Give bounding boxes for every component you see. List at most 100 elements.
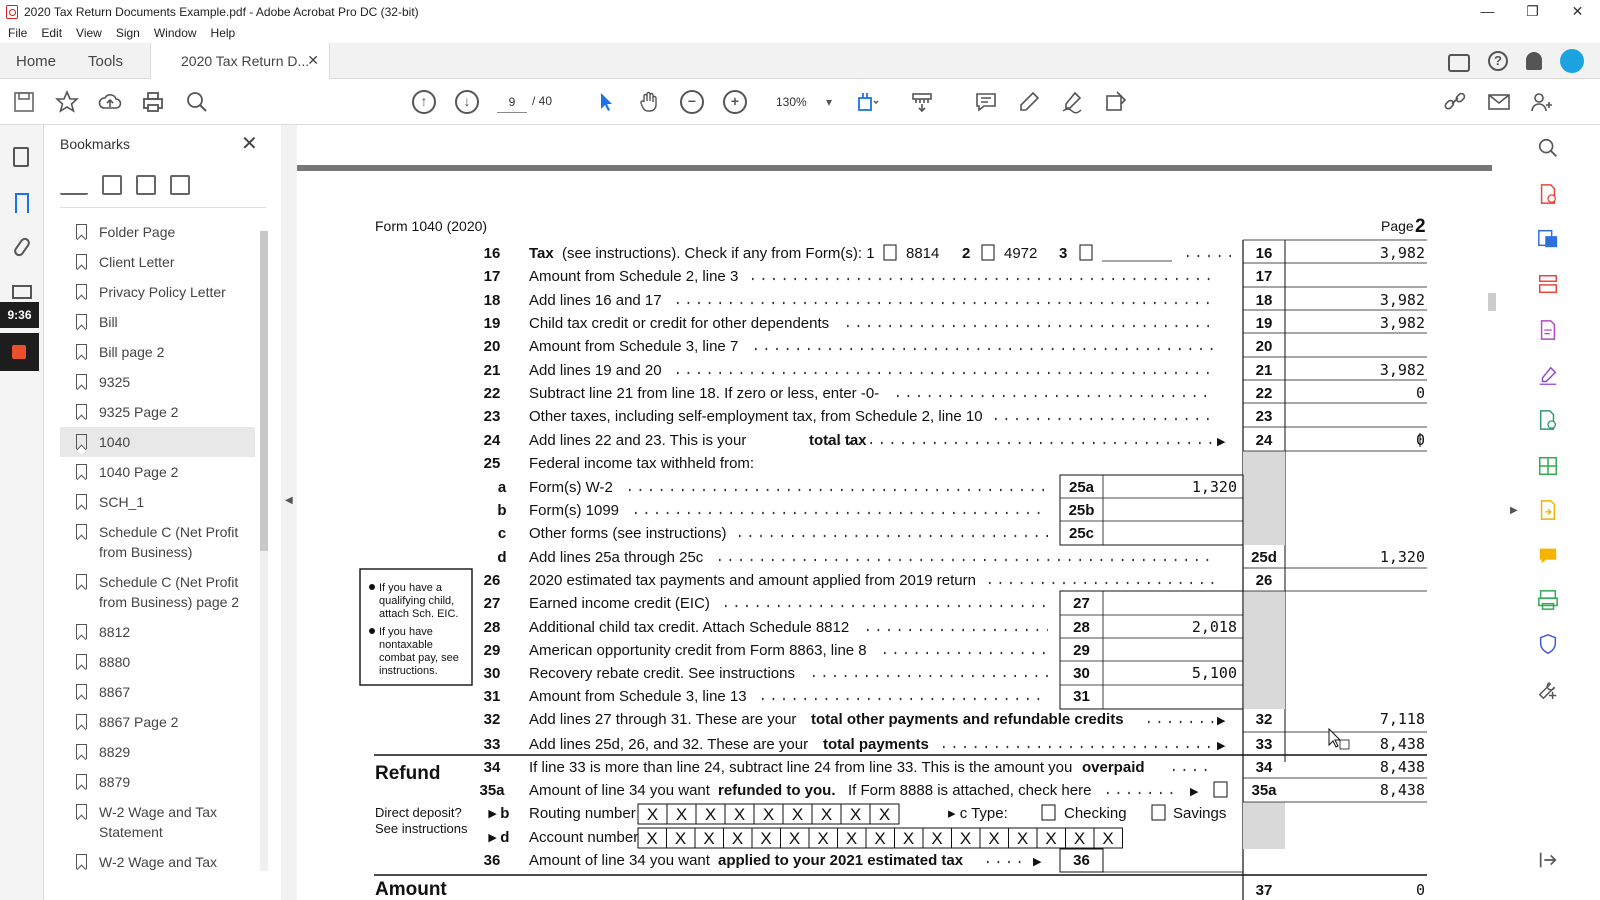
organize-pages-icon[interactable] — [1537, 273, 1559, 295]
amount-field[interactable]: 3,982 — [1380, 291, 1425, 309]
bookmarks-scrollbar[interactable] — [258, 217, 270, 882]
search-icon[interactable] — [185, 90, 209, 114]
bookmarks-panel-icon[interactable] — [15, 193, 29, 213]
close-window-button[interactable]: ✕ — [1555, 0, 1600, 23]
bookmark-item[interactable]: Privacy Policy Letter — [60, 277, 255, 307]
bookmark-item[interactable]: Client Letter — [60, 247, 255, 277]
page-number-input[interactable]: 9 — [497, 91, 527, 113]
notification-bell-icon[interactable] — [1526, 52, 1542, 70]
user-avatar[interactable] — [1560, 49, 1584, 73]
amount-field[interactable]: 3,982 — [1380, 361, 1425, 379]
bookmark-item[interactable]: 8879 — [60, 767, 255, 797]
hand-tool-icon[interactable] — [637, 90, 661, 114]
next-page-icon[interactable]: ↓ — [455, 90, 479, 114]
sign-icon[interactable] — [1060, 90, 1084, 114]
menu-sign[interactable]: Sign — [116, 26, 140, 40]
bookmark-item[interactable]: 8867 Page 2 — [60, 707, 255, 737]
bookmark-item[interactable]: 8867 — [60, 677, 255, 707]
attachments-icon[interactable] — [12, 235, 32, 259]
scan-ocr-icon[interactable] — [1537, 589, 1559, 611]
document-scrollbar[interactable] — [1485, 125, 1499, 900]
upload-cloud-icon[interactable] — [98, 90, 122, 114]
bookmark-item[interactable]: Bill page 2 — [60, 337, 255, 367]
amount-field[interactable]: 1,320 — [1380, 548, 1425, 566]
comment-bubble-icon[interactable] — [1448, 54, 1470, 72]
bookmark-item[interactable]: 8880 — [60, 647, 255, 677]
collapse-left-icon[interactable]: ◀ — [285, 495, 293, 506]
tab-close-icon[interactable]: ✕ — [307, 52, 319, 69]
help-icon[interactable]: ? — [1488, 51, 1508, 71]
restore-button[interactable]: ❐ — [1510, 0, 1555, 23]
bookmark-item[interactable]: Schedule C (Net Profit from Business) pa… — [60, 567, 255, 617]
amount-field[interactable]: 8,438 — [1380, 781, 1425, 799]
collapse-right-icon[interactable]: ▶ — [1510, 505, 1518, 516]
amount-field[interactable]: 3,982 — [1380, 244, 1425, 262]
stop-recording-button[interactable] — [0, 333, 39, 371]
bookmark-item[interactable]: SCH_1 — [60, 487, 255, 517]
previous-page-icon[interactable]: ↑ — [412, 90, 436, 114]
bookmark-item[interactable]: Bill — [60, 307, 255, 337]
checking-checkbox[interactable] — [1041, 804, 1056, 821]
zoom-search-icon[interactable] — [1537, 137, 1559, 159]
close-panel-icon[interactable]: ✕ — [241, 131, 258, 156]
menu-view[interactable]: View — [76, 26, 102, 40]
highlight-pen-icon[interactable] — [1017, 90, 1041, 114]
options-menu-icon[interactable] — [60, 175, 88, 195]
fill-sign-icon[interactable] — [1537, 365, 1559, 387]
menu-edit[interactable]: Edit — [41, 26, 62, 40]
bookmark-item[interactable]: W-2 Wage and Tax Statement — [60, 797, 255, 847]
collapse-tools-icon[interactable] — [1537, 849, 1559, 871]
new-bookmark-icon[interactable] — [136, 175, 156, 195]
zoom-out-icon[interactable]: − — [680, 90, 704, 114]
combine-files-icon[interactable] — [1537, 455, 1559, 477]
create-pdf-icon[interactable] — [1537, 183, 1559, 205]
bookmark-item[interactable]: 1040 Page 2 — [60, 457, 255, 487]
page-thumbnails-icon[interactable] — [13, 147, 29, 167]
scrolling-mode-icon[interactable] — [910, 90, 934, 114]
amount-field[interactable]: 8,438 — [1380, 758, 1425, 776]
checkbox-4972[interactable] — [981, 244, 995, 261]
bookmark-item[interactable]: W-2 Wage and Tax — [60, 847, 255, 877]
minimize-button[interactable]: — — [1465, 0, 1510, 23]
zoom-level-select[interactable]: 130% — [770, 91, 840, 113]
amount-field[interactable]: 5,100 — [1192, 664, 1237, 682]
bookmark-item[interactable]: Folder Page — [60, 217, 255, 247]
delete-bookmark-icon[interactable] — [102, 175, 122, 195]
amount-field[interactable]: 3,982 — [1380, 314, 1425, 332]
send-for-review-icon[interactable] — [1537, 499, 1559, 521]
scrollbar-thumb[interactable] — [1488, 293, 1496, 311]
amount-field[interactable]: 7,118 — [1380, 710, 1425, 728]
amount-field[interactable]: 0 — [1416, 384, 1425, 402]
customize-tools-icon[interactable] — [1537, 679, 1559, 701]
edit-pdf-icon[interactable] — [1537, 319, 1559, 341]
bookmark-item[interactable]: 1040 — [60, 427, 255, 457]
email-icon[interactable] — [1487, 90, 1511, 114]
select-cursor-icon[interactable] — [594, 90, 618, 114]
savings-checkbox[interactable] — [1151, 804, 1166, 821]
checkbox-8814[interactable] — [883, 244, 897, 261]
print-icon[interactable] — [141, 90, 165, 114]
tab-home[interactable]: Home — [16, 53, 56, 70]
menu-file[interactable]: File — [8, 26, 27, 40]
panel-splitter[interactable]: ◀ — [281, 125, 297, 900]
export-pdf-icon[interactable] — [1537, 227, 1559, 249]
tab-document[interactable]: 2020 Tax Return D... ✕ — [150, 43, 330, 79]
menu-help[interactable]: Help — [211, 26, 236, 40]
bookmark-settings-icon[interactable] — [170, 175, 190, 195]
amount-field[interactable]: 2,018 — [1192, 618, 1237, 636]
bookmark-item[interactable]: 9325 Page 2 — [60, 397, 255, 427]
form-8888-checkbox[interactable] — [1213, 781, 1228, 798]
scrollbar-thumb[interactable] — [260, 231, 268, 551]
fit-page-icon[interactable] — [855, 90, 879, 114]
zoom-in-icon[interactable]: + — [723, 90, 747, 114]
comment-tool-icon[interactable] — [1537, 545, 1559, 567]
bookmark-item[interactable]: 8812 — [60, 617, 255, 647]
structure-icon[interactable] — [12, 285, 32, 299]
amount-field[interactable]: 0 — [1416, 881, 1425, 899]
amount-field[interactable]: 8,438 — [1380, 735, 1425, 753]
add-user-icon[interactable] — [1530, 90, 1554, 114]
bookmark-item[interactable]: 8829 — [60, 737, 255, 767]
protect-shield-icon[interactable] — [1537, 633, 1559, 655]
star-icon[interactable] — [55, 90, 79, 114]
share-link-icon[interactable] — [1443, 90, 1467, 114]
